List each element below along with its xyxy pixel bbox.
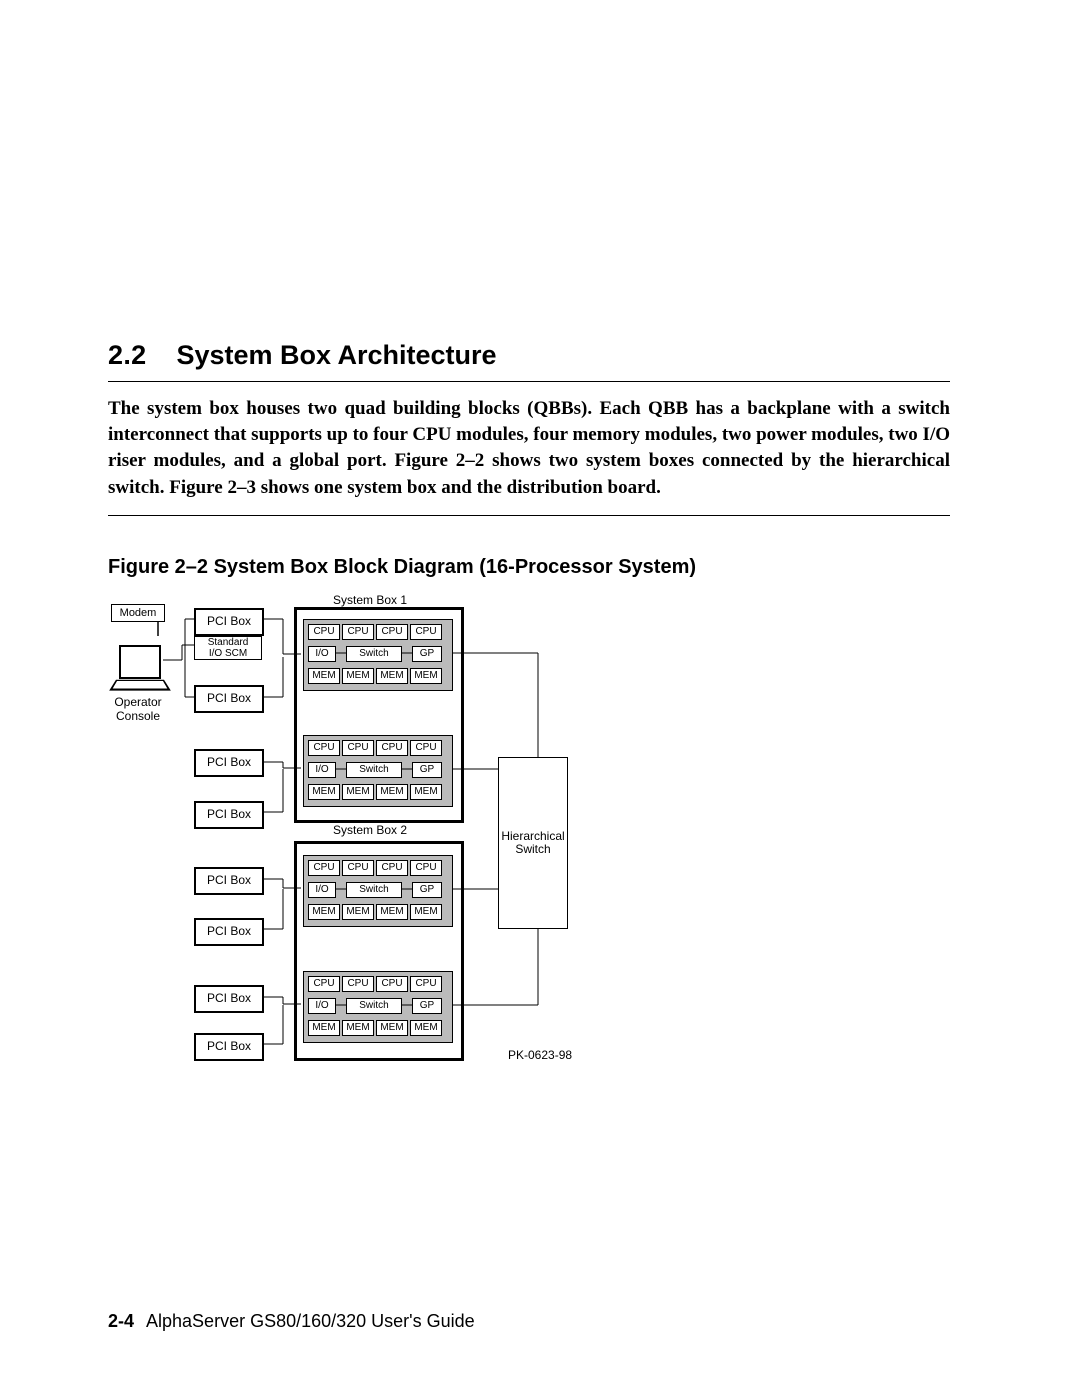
pci-box: PCI Box bbox=[194, 801, 264, 829]
section-heading: 2.2 System Box Architecture bbox=[108, 340, 950, 371]
figure-caption: Figure 2–2 System Box Block Diagram (16-… bbox=[108, 556, 950, 579]
rule-bottom bbox=[108, 515, 950, 516]
section-number: 2.2 bbox=[108, 340, 146, 370]
standard-io-scm: Standard I/O SCM bbox=[194, 636, 262, 660]
hierarchical-switch: Hierarchical Switch bbox=[498, 757, 568, 929]
rule-top bbox=[108, 381, 950, 382]
qbb: CPU CPU CPU CPU I/O Switch GP MEM MEM ME… bbox=[303, 619, 453, 691]
block-diagram: Modem Operator Console PCI Box Standard … bbox=[108, 597, 668, 1087]
page-footer: 2-4 AlphaServer GS80/160/320 User's Guide bbox=[108, 1311, 475, 1332]
pci-box: PCI Box bbox=[194, 608, 264, 636]
diagram-code: PK-0623-98 bbox=[508, 1048, 572, 1062]
modem-box: Modem bbox=[111, 604, 165, 622]
pci-box: PCI Box bbox=[194, 985, 264, 1013]
sysbox2-label: System Box 2 bbox=[333, 823, 407, 837]
document-page: 2.2 System Box Architecture The system b… bbox=[0, 0, 1080, 1397]
pci-box: PCI Box bbox=[194, 918, 264, 946]
pci-box: PCI Box bbox=[194, 749, 264, 777]
pci-box: PCI Box bbox=[194, 685, 264, 713]
pci-box: PCI Box bbox=[194, 1033, 264, 1061]
footer-doc-title: AlphaServer GS80/160/320 User's Guide bbox=[146, 1311, 475, 1331]
operator-console-label: Operator Console bbox=[108, 695, 168, 723]
qbb: CPU CPU CPU CPU I/O Switch GP MEM MEM ME… bbox=[303, 735, 453, 807]
footer-page-number: 2-4 bbox=[108, 1311, 134, 1331]
section-abstract: The system box houses two quad building … bbox=[108, 396, 950, 501]
qbb: CPU CPU CPU CPU I/O Switch GP MEM MEM ME… bbox=[303, 855, 453, 927]
operator-console-icon bbox=[113, 645, 165, 693]
section-title: System Box Architecture bbox=[176, 340, 496, 370]
qbb: CPU CPU CPU CPU I/O Switch GP MEM MEM ME… bbox=[303, 971, 453, 1043]
sysbox1-label: System Box 1 bbox=[333, 593, 407, 607]
pci-box: PCI Box bbox=[194, 867, 264, 895]
